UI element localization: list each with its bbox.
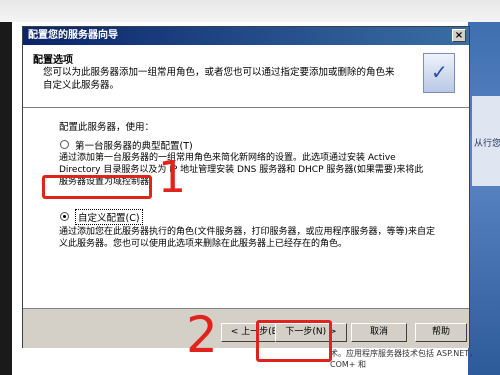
close-icon: × bbox=[454, 30, 464, 41]
close-button[interactable]: × bbox=[452, 29, 466, 42]
wizard-footer: < 上一步(B) 下一步(N) > 取消 帮助 bbox=[23, 308, 469, 348]
dialog-title: 配置您的服务器向导 bbox=[28, 30, 118, 41]
typical-config-label[interactable]: 第一台服务器的典型配置(T) bbox=[75, 138, 193, 152]
annotation-box-next-button bbox=[256, 320, 332, 362]
wizard-icon bbox=[423, 53, 455, 93]
annotation-step-1: 1 bbox=[158, 152, 186, 203]
annotation-box-custom-config bbox=[42, 175, 152, 199]
background-window-text: 从行您 bbox=[474, 139, 500, 149]
annotation-step-2: 2 bbox=[186, 306, 218, 364]
wizard-header: 配置选项 您可以为此服务器添加一组常用角色，或者您也可以通过指定要添加或删除的角… bbox=[23, 45, 469, 108]
help-button[interactable]: 帮助 bbox=[415, 323, 467, 342]
custom-config-radio[interactable] bbox=[60, 212, 69, 221]
custom-config-description: 通过添加您在此服务器执行的角色(文件服务器，打印服务器，或应用程序服务器，等等)… bbox=[59, 227, 436, 249]
configure-using-label: 配置此服务器，使用： bbox=[59, 122, 155, 133]
background-bottom-text: 术。应用程序服务器技术包括 ASP.NET，COM+ 和 bbox=[330, 349, 478, 369]
wizard-body: 配置此服务器，使用： 第一台服务器的典型配置(T) 通过添加第一台服务器的一组常… bbox=[23, 108, 469, 308]
page-description: 您可以为此服务器添加一组常用角色，或者您也可以通过指定要添加或删除的角色来自定义… bbox=[43, 67, 395, 91]
custom-config-label[interactable]: 自定义配置(C) bbox=[75, 209, 143, 225]
cancel-button[interactable]: 取消 bbox=[351, 323, 407, 342]
page-title: 配置选项 bbox=[33, 55, 73, 66]
photo-top-band bbox=[0, 0, 500, 22]
dialog-titlebar: 配置您的服务器向导 × bbox=[23, 27, 469, 45]
desktop-background bbox=[468, 22, 500, 375]
photo-edge bbox=[0, 0, 12, 375]
typical-config-radio[interactable] bbox=[60, 140, 69, 149]
